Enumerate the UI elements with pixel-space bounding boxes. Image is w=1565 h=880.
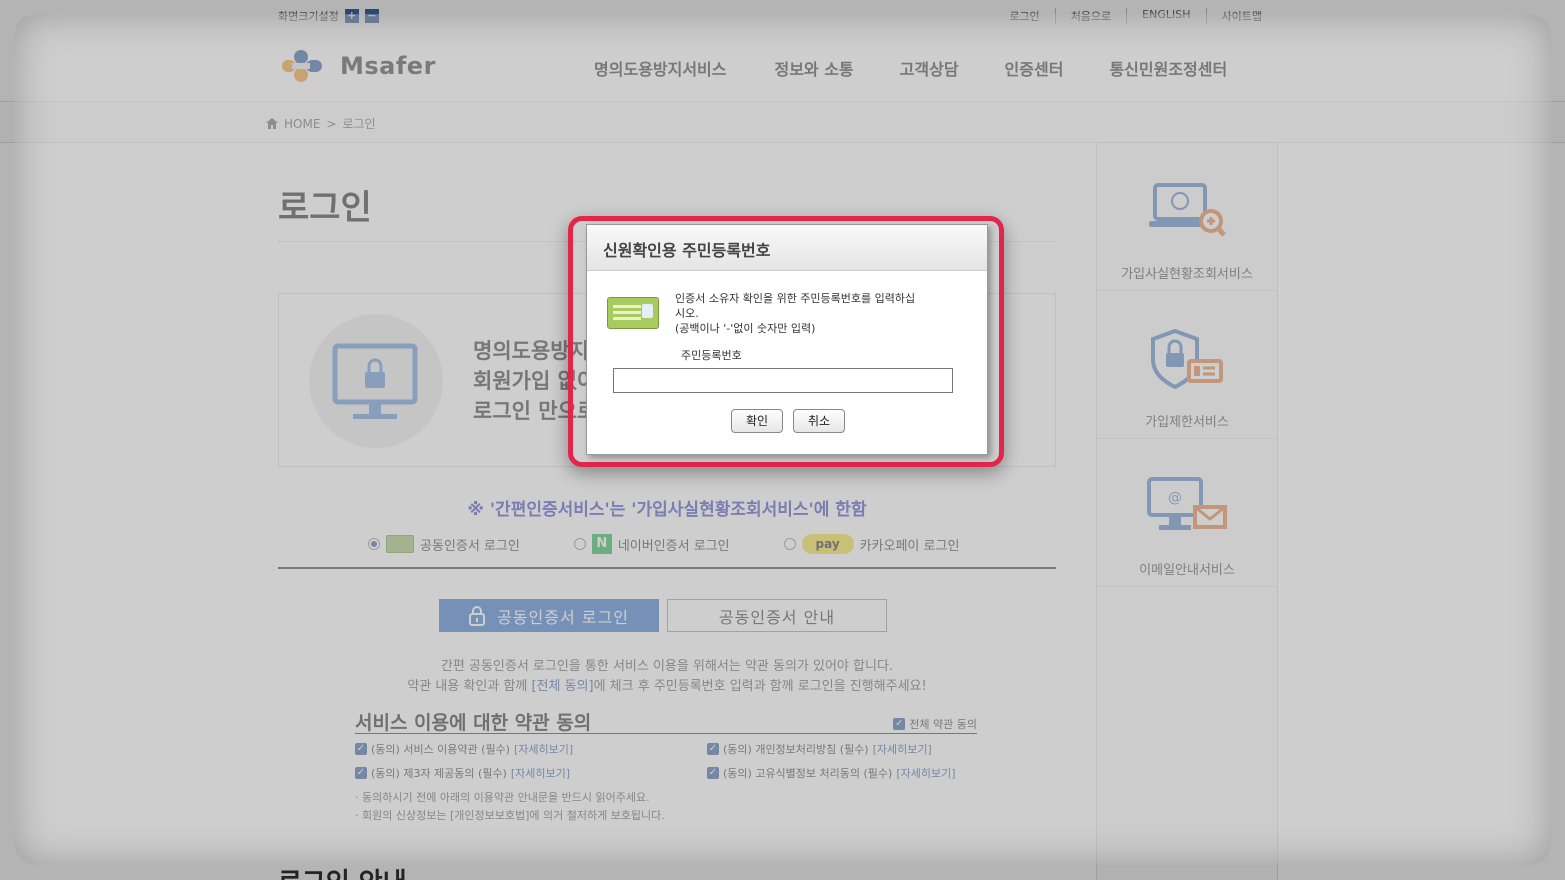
dialog-header: 신원확인용 주민등록번호	[587, 225, 987, 271]
dialog-title: 신원확인용 주민등록번호	[603, 241, 771, 260]
dialog-message-line-1: 인증서 소유자 확인을 위한 주민등록번호를 입력하십	[675, 292, 916, 305]
confirm-button[interactable]: 확인	[731, 409, 783, 433]
dialog-message-line-2: 시오.	[675, 307, 699, 320]
id-verification-dialog: 신원확인용 주민등록번호 인증서 소유자 확인을 위한 주민등록번호를 입력하십…	[586, 224, 988, 455]
cancel-button[interactable]: 취소	[793, 409, 845, 433]
rrn-field-label: 주민등록번호	[681, 349, 742, 362]
dialog-message-line-3: (공백이나 '-'없이 숫자만 입력)	[675, 322, 816, 335]
dialog-message: 인증서 소유자 확인을 위한 주민등록번호를 입력하십 시오. (공백이나 '-…	[675, 291, 975, 336]
id-card-icon	[607, 297, 659, 329]
rrn-input[interactable]	[613, 368, 953, 393]
page: 화면크기설정 + − 로그인 처음으로 ENGLISH 사이트맵 Msafer …	[0, 0, 1565, 880]
